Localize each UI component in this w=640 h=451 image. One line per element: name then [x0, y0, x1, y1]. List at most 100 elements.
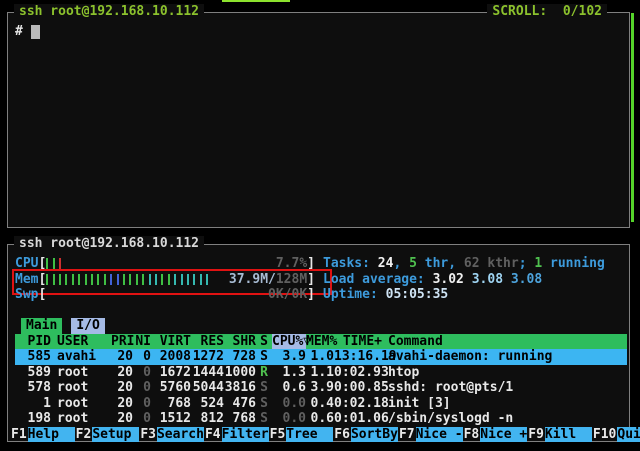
- col-mem[interactable]: MEM%: [306, 334, 334, 350]
- mem-meter-label: Mem: [15, 272, 38, 288]
- mem-pct: 0.4: [306, 396, 334, 412]
- meter-bar-green: [53, 274, 55, 285]
- cpu-meter-value: 7.7%: [276, 256, 307, 272]
- process-row-selected[interactable]: 585 avahi 20 0 2008 1272 728 S 3.9 1.0 1…: [15, 349, 627, 365]
- pid: 578: [15, 380, 51, 396]
- shr: 476: [224, 396, 256, 412]
- fkey-action: Nice +: [480, 427, 527, 443]
- bottom-pane-title-row: ssh root@192.168.10.112: [14, 236, 623, 252]
- prompt-symbol: #: [15, 24, 31, 39]
- top-pane-title: ssh root@192.168.10.112: [14, 4, 204, 20]
- col-ni[interactable]: NI: [133, 334, 151, 350]
- pri: 20: [111, 396, 133, 412]
- col-user[interactable]: USER: [51, 334, 111, 350]
- cpu-meter-label: CPU: [15, 256, 38, 272]
- col-res[interactable]: RES: [191, 334, 224, 350]
- scrollbar[interactable]: [631, 13, 634, 222]
- meter-bar-green: [129, 274, 131, 285]
- fkey-action: Help: [28, 427, 75, 443]
- col-state[interactable]: S: [256, 334, 272, 350]
- user: root: [51, 411, 111, 427]
- virt: 5760: [151, 380, 191, 396]
- fkey-setup[interactable]: F2Setup: [75, 427, 140, 443]
- shr: 768: [224, 411, 256, 427]
- state: S: [256, 396, 272, 412]
- meter-bar-cyan: [149, 274, 151, 285]
- time: 0:01.06: [334, 411, 382, 427]
- swap-meter-label: Swp: [15, 287, 38, 303]
- process-row[interactable]: 589 root 20 0 1672 1444 1000 R 1.3 1.1 0…: [15, 365, 627, 381]
- fkey-label: F2: [75, 427, 93, 443]
- fkey-action: Setup: [92, 427, 139, 443]
- shr: 3816: [224, 380, 256, 396]
- fkey-nice-plus[interactable]: F8Nice +: [463, 427, 528, 443]
- state: S: [256, 411, 272, 427]
- col-virt[interactable]: VIRT: [151, 334, 191, 350]
- fkey-search[interactable]: F3Search: [139, 427, 204, 443]
- fkey-tree[interactable]: F5Tree: [269, 427, 334, 443]
- meter-bar-green: [59, 274, 61, 285]
- fkey-quit[interactable]: F10Quit: [592, 427, 640, 443]
- process-row[interactable]: 578 root 20 0 5760 5044 3816 S 0.6 3.9 0…: [15, 380, 627, 396]
- col-command[interactable]: Command: [382, 334, 627, 350]
- swap-meter-bars: [46, 287, 268, 302]
- col-shr[interactable]: SHR: [224, 334, 256, 350]
- cpu-pct: 0.0: [272, 396, 306, 412]
- meter-bar-green: [104, 274, 106, 285]
- fkey-sortby[interactable]: F6SortBy: [333, 427, 398, 443]
- meter-bar-cyan: [155, 274, 157, 285]
- time: 0:02.18: [334, 396, 382, 412]
- ni: 0: [133, 411, 151, 427]
- pid: 585: [15, 349, 51, 365]
- process-row[interactable]: 1 root 20 0 768 524 476 S 0.0 0.4 0:02.1…: [15, 396, 627, 412]
- meter-bar-cyan: [193, 274, 195, 285]
- meter-bar-cyan: [206, 274, 208, 285]
- fkey-action: Filter: [222, 427, 269, 443]
- swap-meter-line: Swp[0K/0K] Uptime: 05:05:35: [15, 287, 627, 303]
- fkey-filter[interactable]: F4Filter: [204, 427, 269, 443]
- load-5min: 3.08: [472, 272, 511, 287]
- bottom-pane-title: ssh root@192.168.10.112: [14, 236, 204, 252]
- scroll-value: 0/102: [563, 4, 602, 19]
- fkey-label: F3: [139, 427, 157, 443]
- tab-main[interactable]: Main: [21, 318, 62, 334]
- mem-meter: Mem[37.9M/128M]: [15, 272, 315, 288]
- meter-bar-blue: [110, 274, 112, 285]
- state: R: [256, 365, 272, 381]
- mem-meter-bars: [46, 272, 229, 287]
- meter-bar-green: [78, 274, 80, 285]
- terminal-pane-top[interactable]: ssh root@192.168.10.112 SCROLL: 0/102 #: [7, 12, 630, 228]
- shell-prompt[interactable]: #: [15, 24, 40, 40]
- command: sshd: root@pts/1: [382, 380, 627, 396]
- fkey-nice-minus[interactable]: F7Nice -: [398, 427, 463, 443]
- fkey-kill[interactable]: F9Kill: [527, 427, 592, 443]
- process-row[interactable]: 198 root 20 0 1512 812 768 S 0.0 0.6 0:0…: [15, 411, 627, 427]
- user: root: [51, 380, 111, 396]
- col-time[interactable]: TIME+: [334, 334, 382, 350]
- fkey-label: F7: [398, 427, 416, 443]
- tab-io[interactable]: I/O: [71, 318, 104, 334]
- terminal-pane-bottom[interactable]: ssh root@192.168.10.112 CPU[7.7%] Tasks:…: [7, 244, 630, 442]
- spacer-line: [15, 303, 627, 319]
- meter-bar-green: [168, 274, 170, 285]
- res: 524: [191, 396, 224, 412]
- mem-pct: 3.9: [306, 380, 334, 396]
- pid: 1: [15, 396, 51, 412]
- swap-meter-value: 0K/0K: [268, 287, 307, 303]
- meter-bar-cyan: [200, 274, 202, 285]
- col-pid[interactable]: PID: [15, 334, 51, 350]
- fkey-label: F4: [204, 427, 222, 443]
- swap-bracket-close: ]: [307, 287, 315, 303]
- fkey-label: F1: [10, 427, 28, 443]
- cpu-pct: 0.6: [272, 380, 306, 396]
- fkey-help[interactable]: F1Help: [10, 427, 75, 443]
- load-label: Load average:: [323, 272, 433, 287]
- col-cpu-sort[interactable]: CPU%▽: [272, 334, 306, 350]
- mem-used-value: 37.9M/: [229, 272, 276, 288]
- meter-bar-green: [142, 274, 144, 285]
- meter-bar-green: [123, 274, 125, 285]
- pri: 20: [111, 365, 133, 381]
- ni: 0: [133, 349, 151, 365]
- col-pri[interactable]: PRI: [111, 334, 133, 350]
- time: 0:02.93: [334, 365, 382, 381]
